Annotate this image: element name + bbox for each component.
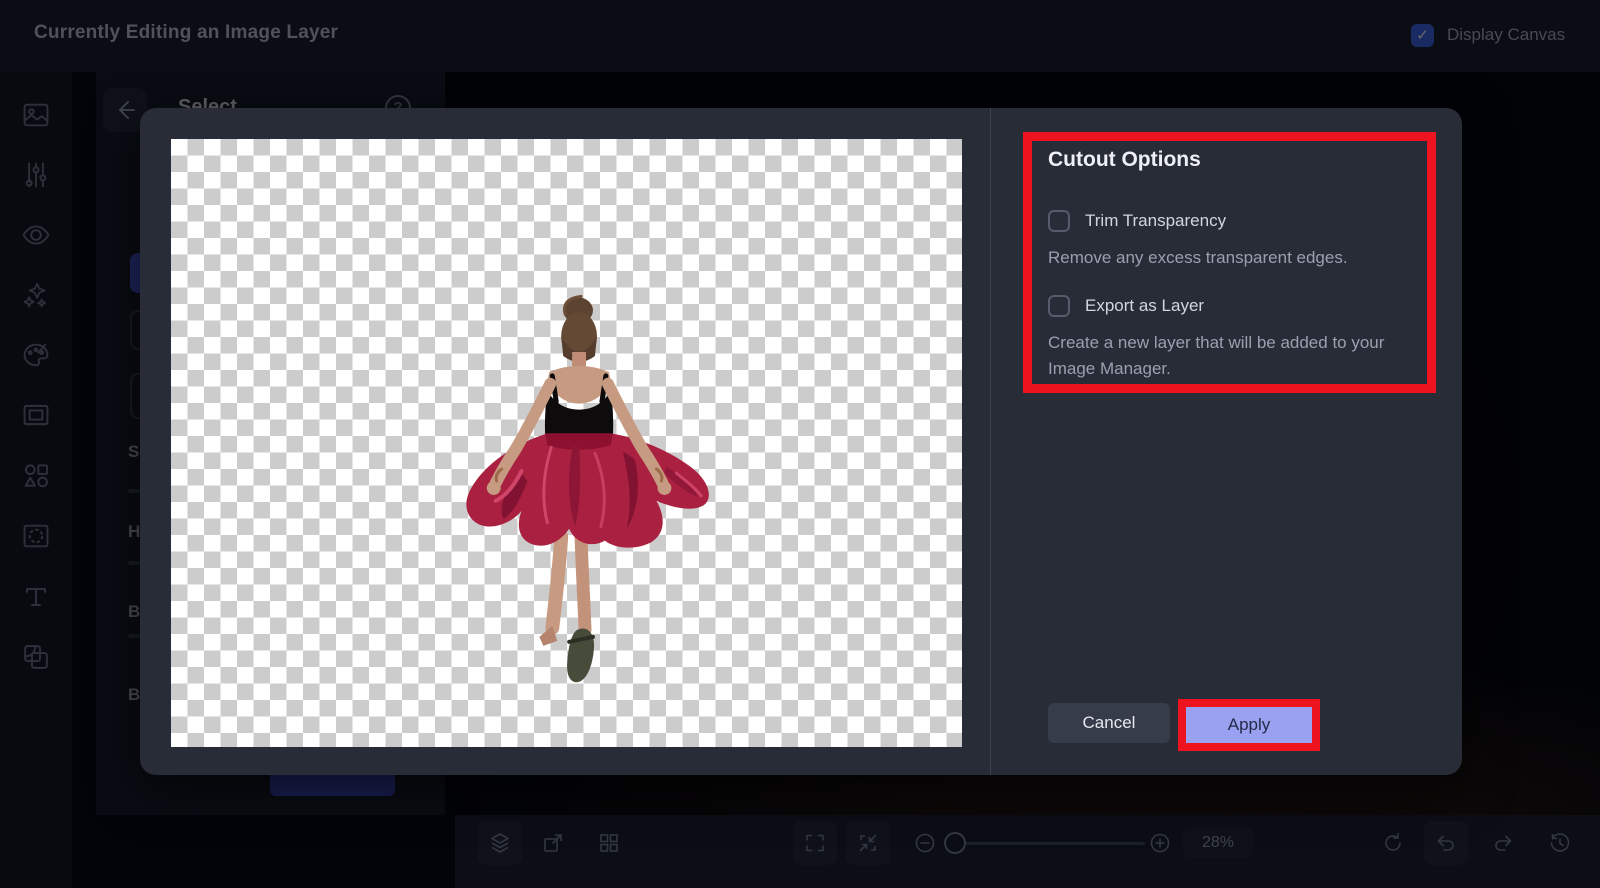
- cutout-options-annotation: [1023, 132, 1436, 393]
- photo-editor-app: Currently Editing an Image Layer Display…: [0, 0, 1600, 888]
- cutout-woman-image: [466, 294, 709, 683]
- apply-button-annotation: Apply: [1178, 699, 1320, 751]
- cutout-dialog: Cutout Options Trim Transparency Remove …: [140, 108, 1462, 775]
- transparency-preview: [171, 139, 962, 747]
- cancel-button[interactable]: Cancel: [1048, 703, 1170, 743]
- apply-button[interactable]: Apply: [1186, 707, 1312, 743]
